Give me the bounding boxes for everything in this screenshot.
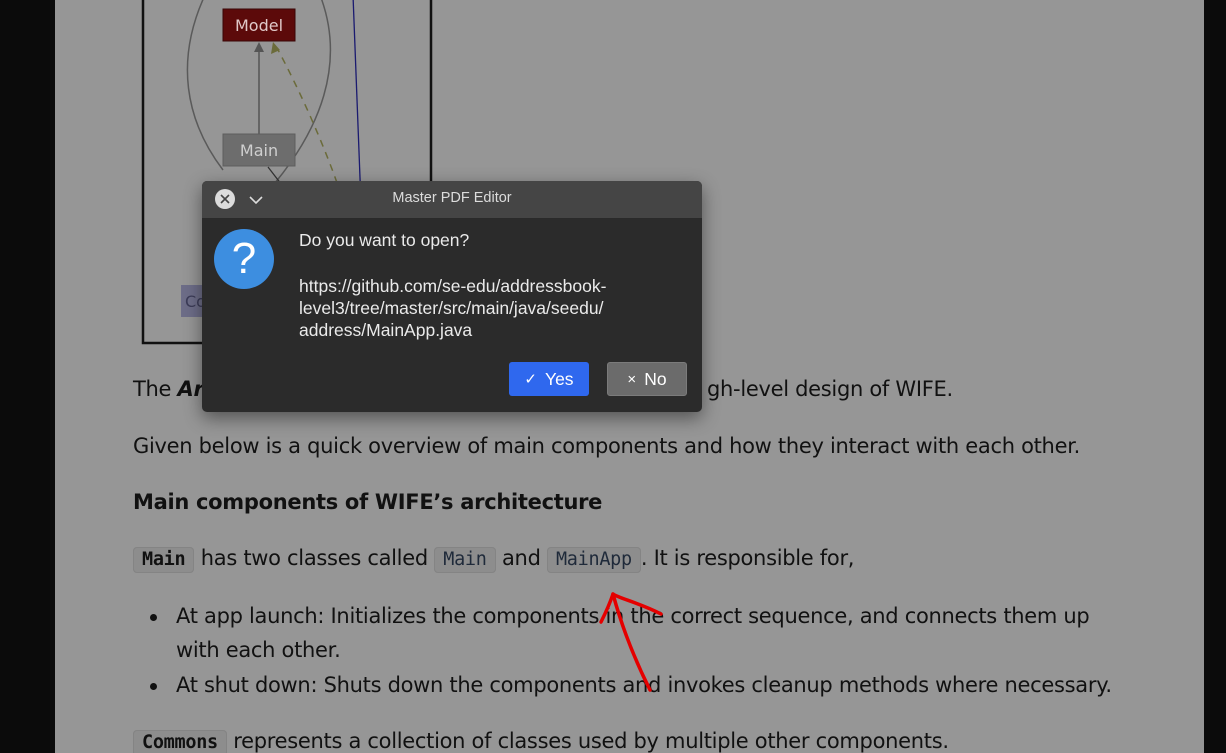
yes-button-label: Yes	[545, 368, 574, 389]
section-heading: Main components of WIFE’s architecture	[133, 490, 603, 514]
commons-text: represents a collection of classes used …	[226, 729, 949, 753]
bullet-item-launch: At app launch: Initializes the component…	[176, 604, 1090, 628]
dialog-url-line-1: https://github.com/se-edu/addressbook-	[299, 276, 607, 296]
code-commons: Commons	[133, 730, 227, 753]
code-main: Main	[434, 547, 496, 573]
intro-sentence: The Ar	[133, 377, 204, 401]
intro-prefix: The	[133, 377, 178, 401]
bullet-dot	[150, 614, 157, 621]
main-label: Main	[240, 141, 278, 160]
intro-bold: Ar	[177, 377, 204, 401]
no-button-label: No	[644, 368, 667, 389]
overview-paragraph: Given below is a quick overview of main …	[133, 434, 1080, 458]
main-text-1: has two classes called	[194, 546, 435, 570]
main-text-3: . It is responsible for,	[640, 546, 855, 570]
open-link-dialog: Master PDF Editor ? Do you want to open?…	[202, 181, 702, 412]
model-label: Model	[235, 16, 283, 35]
check-icon: ✓	[524, 371, 537, 388]
bullet-dot	[150, 683, 157, 690]
dialog-url-line-3: address/MainApp.java	[299, 320, 473, 340]
commons-paragraph: Commons represents a collection of class…	[133, 729, 949, 753]
no-button[interactable]: × No	[607, 362, 687, 396]
code-mainapp: MainApp	[546, 547, 641, 573]
intro-suffix: gh-level design of WIFE.	[707, 377, 953, 401]
main-text-2: and	[495, 546, 547, 570]
x-icon: ×	[627, 370, 637, 388]
dialog-title: Master PDF Editor	[392, 190, 512, 206]
bullet-item-launch-cont: with each other.	[176, 638, 341, 662]
main-paragraph: Main has two classes called Main and Mai…	[133, 546, 855, 573]
question-icon: ?	[214, 229, 274, 289]
dialog-url-line-2: level3/tree/master/src/main/java/seedu/	[299, 298, 604, 318]
yes-button[interactable]: ✓ Yes	[509, 362, 589, 396]
code-main-bold: Main	[133, 547, 195, 573]
dialog-question: Do you want to open?	[299, 230, 470, 250]
dialog-titlebar[interactable]: Master PDF Editor	[202, 181, 702, 219]
bullet-item-shutdown: At shut down: Shuts down the components …	[176, 673, 1112, 697]
